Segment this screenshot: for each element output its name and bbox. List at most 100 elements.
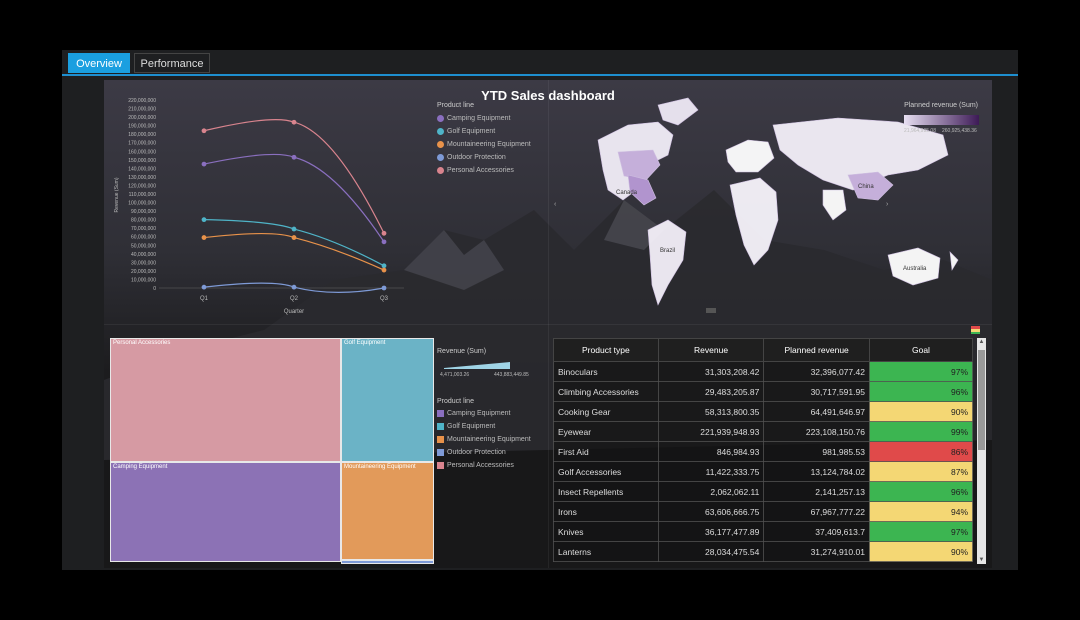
product-type-table: Product type Revenue Planned revenue Goa… <box>553 338 973 566</box>
y-tick-label: 130,000,000 <box>128 175 156 181</box>
data-point[interactable] <box>291 226 297 232</box>
data-point[interactable] <box>201 128 207 134</box>
data-point[interactable] <box>381 267 387 273</box>
treemap-size-legend-title: Revenue (Sum) <box>437 348 487 355</box>
chevron-left-icon[interactable]: ‹ <box>554 201 557 208</box>
y-tick-label: 10,000,000 <box>131 277 156 283</box>
column-header-goal[interactable]: Goal <box>868 338 973 362</box>
table-row[interactable]: Golf Accessories 11,422,333.75 13,124,784.… <box>553 461 973 482</box>
line-legend-camping[interactable]: Camping Equipment <box>437 115 510 122</box>
chevron-right-icon[interactable]: › <box>886 201 889 208</box>
treemap-cell-outdoor-protection[interactable] <box>341 560 434 564</box>
legend-label: Outdoor Protection <box>447 154 506 161</box>
scroll-down-icon[interactable]: ▼ <box>977 556 986 564</box>
legend-dot-icon <box>437 115 444 122</box>
data-point[interactable] <box>381 239 387 245</box>
cell-product-type: Climbing Accessories <box>553 381 659 402</box>
table-scrollbar[interactable]: ▲ ▼ <box>977 338 986 564</box>
column-header-planned-revenue[interactable]: Planned revenue <box>763 338 870 362</box>
series-line[interactable] <box>203 119 385 234</box>
scrollbar-thumb[interactable] <box>978 350 985 450</box>
treemap-cell-personal-accessories[interactable]: Personal Accessories <box>110 338 341 462</box>
table-row[interactable]: Eyewear 221,939,948.93 223,108,150.76 99% <box>553 421 973 442</box>
legend-square-icon <box>437 462 444 469</box>
tab-performance[interactable]: Performance <box>134 53 210 73</box>
table-row[interactable]: Cooking Gear 58,313,800.35 64,491,646.97 90… <box>553 401 973 422</box>
data-point[interactable] <box>201 235 207 240</box>
treemap-legend-personal[interactable]: Personal Accessories <box>437 462 514 469</box>
map-label-brazil: Brazil <box>660 248 675 254</box>
y-tick-label: 0 <box>153 286 156 292</box>
treemap-legend-golf[interactable]: Golf Equipment <box>437 423 495 430</box>
table-row[interactable]: Binoculars 31,303,208.42 32,396,077.42 97% <box>553 361 973 382</box>
cell-goal: 90% <box>868 401 973 422</box>
map-scale-max: 260,925,438.36 <box>942 128 977 134</box>
data-point[interactable] <box>291 154 297 160</box>
data-point[interactable] <box>381 230 387 236</box>
cell-planned-revenue: 32,396,077.42 <box>763 361 870 382</box>
data-point[interactable] <box>291 284 297 290</box>
cell-planned-revenue: 67,967,777.22 <box>763 501 870 522</box>
y-tick-label: 120,000,000 <box>128 183 156 189</box>
x-tick-label: Q1 <box>200 296 209 302</box>
cell-goal: 99% <box>868 421 973 442</box>
table-row[interactable]: Lanterns 28,034,475.54 31,274,910.01 90% <box>553 541 973 562</box>
treemap-legend-camping[interactable]: Camping Equipment <box>437 410 510 417</box>
legend-dot-icon <box>437 128 444 135</box>
cell-planned-revenue: 64,491,646.97 <box>763 401 870 422</box>
y-tick-label: 30,000,000 <box>131 260 156 266</box>
treemap-cell-golf-equipment[interactable]: Golf Equipment <box>341 338 434 462</box>
table-row[interactable]: First Aid 846,984.93 981,985.53 86% <box>553 441 973 462</box>
table-row[interactable]: Insect Repellents 2,062,062.11 2,141,257.1… <box>553 481 973 502</box>
treemap-cell-camping-equipment[interactable]: Camping Equipment <box>110 462 341 562</box>
data-point[interactable] <box>201 161 207 167</box>
cell-planned-revenue: 13,124,784.02 <box>763 461 870 482</box>
cell-goal: 87% <box>868 461 973 482</box>
legend-square-icon <box>437 436 444 443</box>
cell-revenue: 31,303,208.42 <box>657 361 765 382</box>
line-legend-outdoor[interactable]: Outdoor Protection <box>437 154 506 161</box>
x-axis-label: Quarter <box>284 309 304 315</box>
line-legend-personal[interactable]: Personal Accessories <box>437 167 514 174</box>
line-legend-mountaineering[interactable]: Mountaineering Equipment <box>437 141 531 148</box>
data-point[interactable] <box>381 263 387 269</box>
line-legend-golf[interactable]: Golf Equipment <box>437 128 495 135</box>
cell-revenue: 58,313,800.35 <box>657 401 765 422</box>
legend-label: Outdoor Protection <box>447 449 506 456</box>
cell-revenue: 28,034,475.54 <box>657 541 765 562</box>
cell-goal: 96% <box>868 481 973 502</box>
cell-planned-revenue: 30,717,591.95 <box>763 381 870 402</box>
data-point[interactable] <box>291 235 297 240</box>
tab-bar: Overview Performance <box>62 50 1018 76</box>
table-row[interactable]: Knives 36,177,477.89 37,409,613.7 97% <box>553 521 973 542</box>
cell-goal: 97% <box>868 521 973 542</box>
column-header-product-type[interactable]: Product type <box>553 338 659 362</box>
cell-revenue: 11,422,333.75 <box>657 461 765 482</box>
y-tick-label: 190,000,000 <box>128 124 156 130</box>
chevron-down-icon[interactable] <box>706 308 716 313</box>
scroll-up-icon[interactable]: ▲ <box>977 338 986 346</box>
cell-revenue: 63,606,666.75 <box>657 501 765 522</box>
y-tick-label: 100,000,000 <box>128 201 156 207</box>
data-point[interactable] <box>291 119 297 125</box>
column-header-revenue[interactable]: Revenue <box>657 338 765 362</box>
tab-overview[interactable]: Overview <box>68 53 130 73</box>
data-point[interactable] <box>201 217 207 223</box>
treemap-legend-outdoor[interactable]: Outdoor Protection <box>437 449 506 456</box>
treemap-size-max: 443,883,449.85 <box>494 372 529 378</box>
table-row[interactable]: Irons 63,606,666.75 67,967,777.22 94% <box>553 501 973 522</box>
table-row[interactable]: Climbing Accessories 29,483,205.87 30,717,… <box>553 381 973 402</box>
legend-label: Personal Accessories <box>447 462 514 469</box>
cell-goal: 96% <box>868 381 973 402</box>
y-tick-label: 80,000,000 <box>131 218 156 224</box>
cell-planned-revenue: 2,141,257.13 <box>763 481 870 502</box>
line-legend-title: Product line <box>437 102 474 109</box>
data-point[interactable] <box>201 284 207 290</box>
treemap-legend-mountaineering[interactable]: Mountaineering Equipment <box>437 436 531 443</box>
treemap-size-min: 4,471,003.26 <box>440 372 470 378</box>
treemap-cell-mountaineering-equipment[interactable]: Mountaineering Equipment <box>341 462 434 560</box>
treemap-cell-label: Golf Equipment <box>344 340 386 346</box>
data-point[interactable] <box>381 285 387 291</box>
legend-label: Camping Equipment <box>447 410 511 417</box>
conditional-format-icon[interactable] <box>971 326 980 334</box>
